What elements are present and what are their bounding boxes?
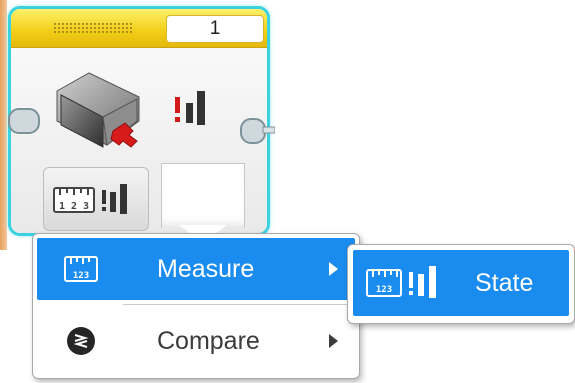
menu-divider	[123, 304, 355, 305]
measure-state-icon: 123	[366, 266, 436, 298]
sequence-beam	[0, 0, 7, 250]
submenu-arrow-icon	[329, 262, 338, 276]
svg-text:123: 123	[376, 285, 392, 295]
measure-state-mode-icon: 1 2 3	[53, 184, 127, 214]
mode-selector-button[interactable]: 1 2 3	[43, 167, 149, 231]
submenu-item-state[interactable]: 123 State	[353, 250, 569, 316]
output-value-slot[interactable]	[161, 163, 245, 228]
drag-grip[interactable]	[53, 22, 133, 34]
port-selector[interactable]: 1	[166, 15, 264, 43]
state-indicator-icon	[175, 91, 205, 125]
submenu-arrow-icon	[329, 334, 338, 348]
svg-text:1 2 3: 1 2 3	[59, 201, 89, 212]
block-header[interactable]: 1	[11, 9, 267, 48]
compare-icon	[67, 327, 95, 355]
svg-text:123: 123	[73, 271, 89, 281]
ruler-123-icon: 123	[64, 256, 98, 282]
menu-item-measure-label: Measure	[157, 255, 255, 283]
menu-item-measure[interactable]: 123 Measure	[37, 238, 355, 300]
touch-sensor-icon	[56, 72, 140, 148]
program-canvas: 1 1 2 3 123 Measure Compare 123 State	[0, 0, 575, 383]
touch-sensor-block[interactable]: 1 1 2 3	[7, 6, 275, 243]
submenu-item-state-label: State	[475, 269, 534, 297]
input-plug[interactable]	[7, 107, 43, 135]
mode-menu: 123 Measure Compare	[32, 233, 360, 379]
measure-submenu: 123 State	[347, 244, 575, 324]
output-plug[interactable]	[239, 117, 275, 145]
menu-item-compare[interactable]: Compare	[37, 310, 355, 372]
menu-item-compare-label: Compare	[157, 327, 260, 355]
